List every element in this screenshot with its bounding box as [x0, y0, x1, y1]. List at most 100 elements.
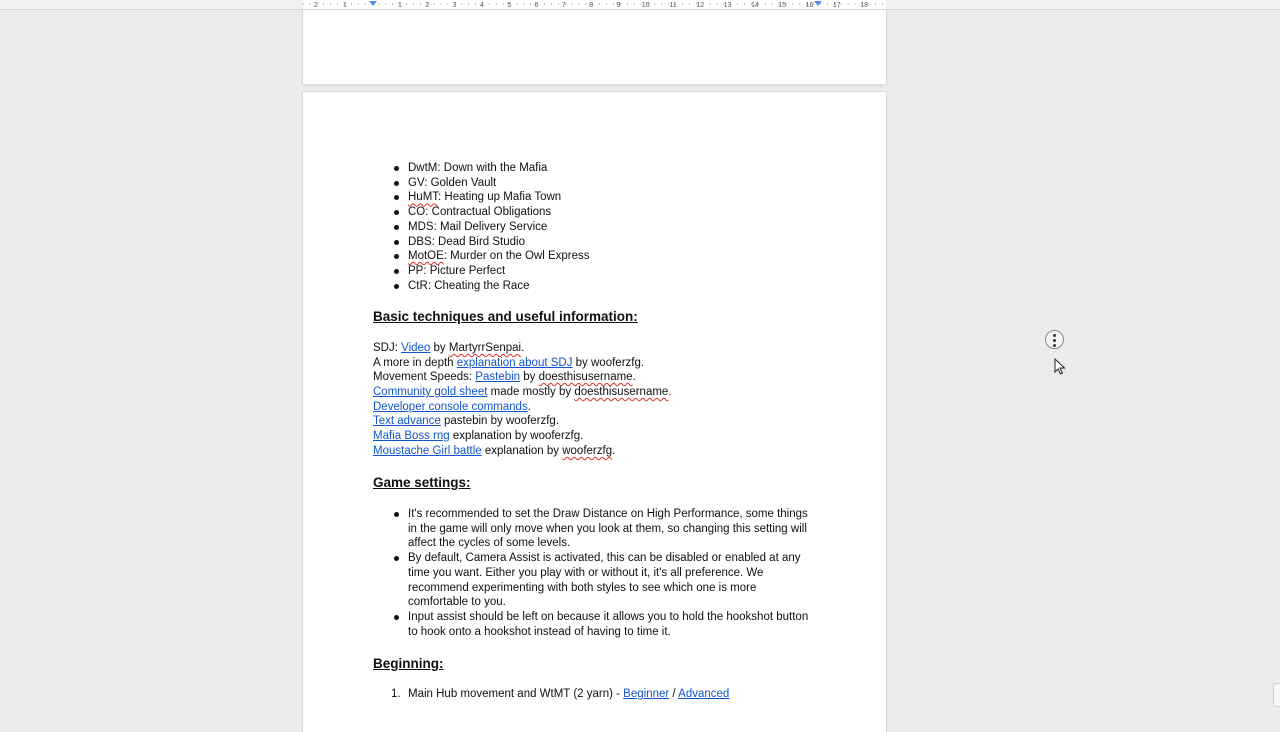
console-period: . [527, 401, 531, 413]
line-moustache: Moustache Girl battle explanation by woo… [373, 445, 615, 457]
bullet-icon [394, 283, 399, 289]
gold-sheet-link[interactable]: Community gold sheet [373, 386, 487, 398]
ruler-number: 15 [778, 2, 786, 9]
bullet-icon [394, 556, 399, 562]
abbreviation: CO [408, 206, 426, 219]
pastebin-link[interactable]: Pastebin [475, 371, 520, 383]
bullet-icon [394, 614, 399, 620]
sdj-author: MartyrrSenpai [448, 342, 522, 354]
list-item: It's recommended to set the Draw Distanc… [373, 507, 818, 551]
line-text-advance: Text advance pastebin by wooferzfg. [373, 415, 559, 427]
sdj-period: . [521, 342, 525, 354]
speeds-label: Movement Speeds: [373, 371, 476, 383]
abbreviation-meaning: : Contractual Obligations [425, 206, 552, 219]
bullet-icon [394, 180, 399, 186]
line-speeds: Movement Speeds: Pastebin by doesthisuse… [373, 371, 636, 383]
line-mafia-boss: Mafia Boss rng explanation by wooferzfg. [373, 430, 583, 442]
bullet-icon [394, 268, 399, 274]
list-number: 1. [391, 688, 401, 700]
list-item: Input assist should be left on because i… [373, 610, 818, 639]
game-settings-list: It's recommended to set the Draw Distanc… [373, 507, 818, 639]
list-item: PP: Picture Perfect [373, 264, 590, 279]
abbreviation: GV [408, 176, 425, 189]
heading-beginning: Beginning: [373, 656, 444, 671]
gold-period: . [668, 386, 672, 398]
ruler-number: 10 [642, 2, 650, 9]
side-panel-toggle[interactable] [1273, 683, 1280, 707]
abbreviation-meaning: : Dead Bird Studio [431, 235, 525, 248]
gold-mid: made mostly by [487, 386, 575, 398]
speeds-by: by [520, 371, 539, 383]
bullet-icon [394, 239, 399, 245]
sdj-label: SDJ: [373, 342, 402, 354]
horizontal-ruler[interactable]: 2 1 1 2 3 4 5 6 7 8 9 10 11 12 13 14 15 16 17 18 [0, 0, 1280, 10]
bullet-icon [394, 166, 399, 171]
sdj-explanation-link[interactable]: explanation about SDJ [457, 357, 573, 369]
ruler-number: 13 [724, 2, 732, 9]
text-advance-link[interactable]: Text advance [373, 415, 441, 427]
ruler-number: 18 [860, 2, 868, 9]
ruler-number: 6 [535, 2, 539, 9]
abbreviation-meaning: : Picture Perfect [423, 264, 506, 277]
line-depth: A more in depth explanation about SDJ by… [373, 357, 644, 369]
abbreviation-meaning: : Murder on the Owl Express [443, 250, 590, 263]
heading-game-settings: Game settings: [373, 475, 471, 490]
heading-basic-techniques: Basic techniques and useful information: [373, 309, 638, 324]
moustache-period: . [612, 445, 616, 457]
abbreviation: CtR [408, 279, 428, 292]
abbreviation: PP [408, 264, 424, 277]
link-separator: / [669, 688, 679, 700]
abbreviation-meaning: : Cheating the Race [427, 279, 530, 292]
depth-label: A more in depth [373, 357, 457, 369]
list-item: GV: Golden Vault [373, 176, 590, 191]
ruler-number: 1 [398, 2, 402, 9]
text-advance-suffix: pastebin by wooferzfg. [440, 415, 560, 427]
advanced-link[interactable]: Advanced [678, 688, 729, 700]
gold-author: doesthisusername [574, 386, 669, 398]
line-gold: Community gold sheet made mostly by does… [373, 386, 672, 398]
abbreviation: MDS [408, 220, 434, 233]
abbreviation: HuMT [408, 191, 439, 204]
mafia-boss-link[interactable]: Mafia Boss rng [373, 430, 450, 442]
scroll-options-icon[interactable] [1045, 330, 1064, 349]
moustache-girl-link[interactable]: Moustache Girl battle [373, 445, 482, 457]
abbreviation: MotOE [408, 250, 444, 263]
beginning-list-item: 1. Main Hub movement and WtMT (2 yarn) - … [373, 688, 729, 700]
ruler-number: 14 [751, 2, 759, 9]
bullet-icon [394, 512, 399, 517]
chapter-abbreviation-list: DwtM: Down with the Mafia GV: Golden Vaul… [373, 161, 590, 293]
abbreviation: DBS [408, 235, 432, 248]
list-item: By default, Camera Assist is activated, … [373, 551, 818, 610]
moustache-author: wooferzfg [562, 445, 613, 457]
abbreviation: DwtM [408, 162, 438, 174]
moustache-mid: explanation by [481, 445, 563, 457]
document-page-previous[interactable] [303, 10, 886, 84]
left-indent-marker[interactable] [369, 1, 377, 6]
sdj-by: by [430, 342, 449, 354]
setting-text: By default, Camera Assist is activated, … [408, 552, 801, 609]
ruler-number: 1 [343, 2, 347, 9]
ruler-number: 5 [507, 2, 511, 9]
setting-text: It's recommended to set the Draw Distanc… [408, 508, 808, 550]
ruler-number: 4 [480, 2, 484, 9]
list-item: MDS: Mail Delivery Service [373, 220, 590, 235]
list-item: CO: Contractual Obligations [373, 205, 590, 220]
sdj-video-link[interactable]: Video [401, 342, 430, 354]
abbreviation-meaning: : Golden Vault [424, 176, 497, 189]
line-sdj: SDJ: Video by MartyrrSenpai. [373, 342, 524, 354]
beginning-item-text: Main Hub movement and WtMT (2 yarn) - [408, 688, 624, 700]
bullet-icon [394, 254, 399, 260]
list-item: HuMT: Heating up Mafia Town [373, 190, 590, 205]
ruler-ticks: 2 1 1 2 3 4 5 6 7 8 9 10 11 12 13 14 15 16 17 18 [302, 1, 883, 9]
speeds-period: . [632, 371, 636, 383]
abbreviation-meaning: : Mail Delivery Service [433, 220, 548, 233]
list-item: DBS: Dead Bird Studio [373, 235, 590, 250]
bullet-icon [394, 224, 399, 230]
document-page[interactable]: DwtM: Down with the Mafia GV: Golden Vaul… [303, 92, 886, 732]
beginner-link[interactable]: Beginner [623, 688, 669, 700]
list-item: CtR: Cheating the Race [373, 279, 590, 294]
ruler-number: 9 [616, 2, 620, 9]
console-commands-link[interactable]: Developer console commands [373, 401, 528, 413]
abbreviation-meaning: : Heating up Mafia Town [438, 191, 562, 204]
list-item: MotOE: Murder on the Owl Express [373, 249, 590, 264]
